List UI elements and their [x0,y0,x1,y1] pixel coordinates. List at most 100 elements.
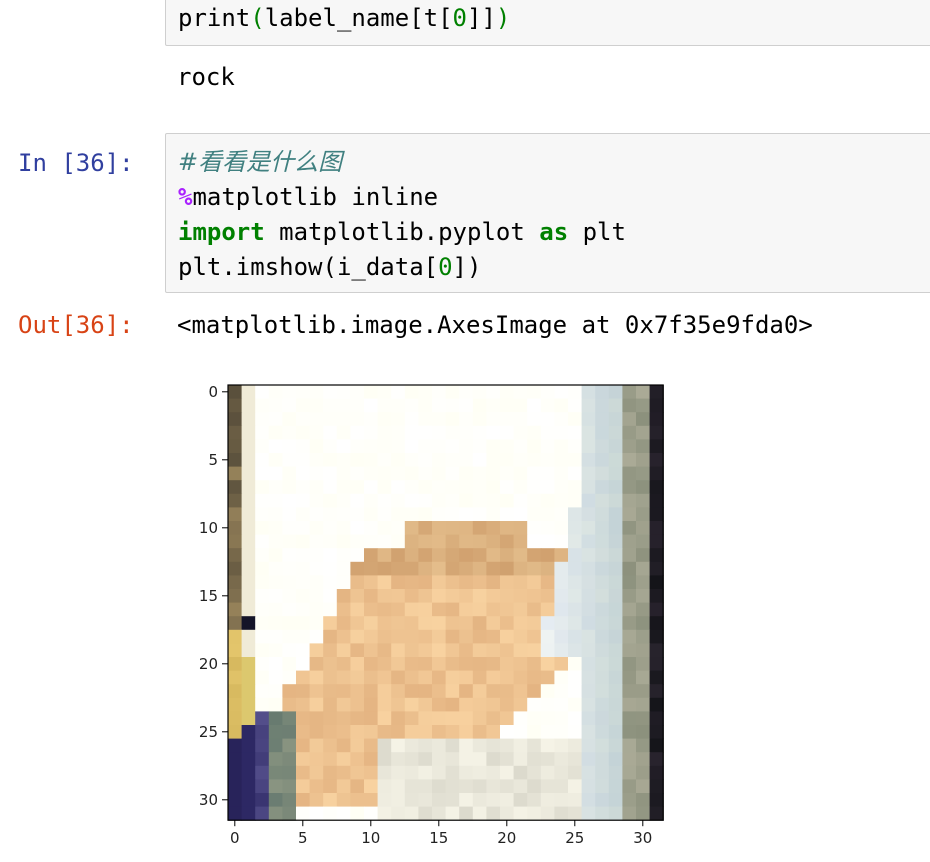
image-pixel [472,752,487,767]
image-pixel [500,425,515,440]
image-pixel [296,670,311,685]
image-pixel [513,412,528,427]
image-pixel [445,589,460,604]
image-pixel [228,466,243,481]
image-pixel [486,657,501,672]
image-pixel [228,779,243,794]
image-pixel [608,521,623,536]
image-pixel [418,711,433,726]
image-pixel [336,752,351,767]
image-pixel [500,670,515,685]
image-pixel [268,493,283,508]
image-pixel [608,561,623,576]
image-pixel [568,561,583,576]
image-pixel [445,534,460,549]
image-pixel [404,425,419,440]
image-pixel [377,657,392,672]
image-pixel [540,521,555,536]
image-pixel [255,398,270,413]
image-pixel [500,453,515,468]
image-pixel [309,616,324,631]
keyword-as: as [539,218,569,246]
image-pixel [323,453,338,468]
image-pixel [581,493,596,508]
image-pixel [472,697,487,712]
image-pixel [500,711,515,726]
image-pixel [595,453,610,468]
image-pixel [513,752,528,767]
image-pixel [282,697,297,712]
image-pixel [364,657,379,672]
image-pixel [636,548,651,563]
image-pixel [404,806,419,821]
code-cell-36[interactable]: #看看是什么图 %matplotlib inline import matplo… [165,133,930,293]
image-pixel [432,616,447,631]
image-pixel [309,507,324,522]
image-pixel [581,711,596,726]
image-pixel [336,629,351,644]
image-pixel [486,670,501,685]
image-pixel [459,398,474,413]
image-pixel [472,398,487,413]
image-pixel [527,643,542,658]
image-pixel [472,806,487,821]
image-pixel [404,657,419,672]
image-pixel [432,534,447,549]
image-pixel [608,670,623,685]
image-pixel [608,765,623,780]
image-pixel [636,425,651,440]
image-pixel [595,752,610,767]
code-token: plt.imshow(i_data[ [178,253,439,281]
image-pixel [432,806,447,821]
image-pixel [540,602,555,617]
previous-code-cell[interactable]: print(label_name[t[0]]) [165,0,930,46]
image-pixel [364,534,379,549]
image-pixel [527,561,542,576]
image-pixel [459,765,474,780]
image-pixel [608,453,623,468]
image-pixel [608,425,623,440]
image-pixel [649,697,664,712]
image-pixel [228,684,243,699]
image-pixel [336,534,351,549]
image-pixel [268,439,283,454]
image-pixel [554,602,569,617]
image-pixel [445,793,460,808]
image-pixel [649,629,664,644]
image-pixel [608,575,623,590]
image-pixel [568,725,583,740]
image-pixel [513,425,528,440]
image-pixel [350,548,365,563]
image-pixel [445,738,460,753]
image-pixel [432,548,447,563]
image-pixel [636,534,651,549]
image-pixel [527,725,542,740]
image-pixel [336,412,351,427]
image-pixel [255,629,270,644]
image-pixel [540,575,555,590]
image-pixel [377,521,392,536]
image-pixel [486,629,501,644]
image-pixel [649,670,664,685]
image-pixel [228,697,243,712]
image-pixel [472,602,487,617]
image-pixel [581,725,596,740]
image-pixel [595,561,610,576]
image-pixel [323,725,338,740]
image-pixel [568,684,583,699]
image-pixel [255,711,270,726]
image-pixel [268,725,283,740]
image-pixel [391,616,406,631]
image-pixel [282,480,297,495]
image-pixel [309,521,324,536]
image-pixel [540,725,555,740]
image-pixel [581,589,596,604]
image-pixel [323,711,338,726]
image-pixel [364,493,379,508]
image-pixel [228,425,243,440]
image-pixel [418,507,433,522]
image-pixel [323,412,338,427]
image-pixel [282,616,297,631]
image-pixel [649,575,664,590]
image-pixel [581,466,596,481]
